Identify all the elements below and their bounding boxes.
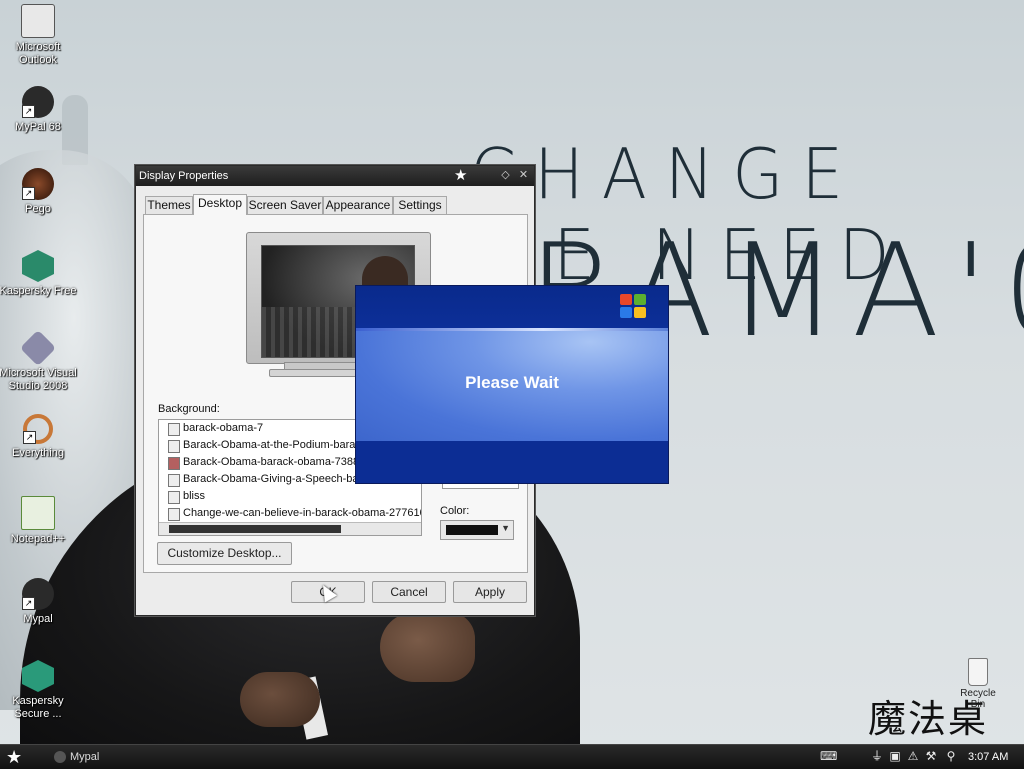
raccoon-icon: ↗ [22, 86, 54, 118]
logo-yellow-pane [634, 307, 646, 318]
shortcut-arrow-icon: ↗ [22, 187, 35, 200]
desktop-icon-label: Microsoft Outlook [15, 41, 61, 66]
tools-icon[interactable]: ⚒ [924, 749, 938, 763]
logo-blue-pane [620, 307, 632, 318]
color-picker-button[interactable]: ▼ [440, 520, 514, 540]
search-icon[interactable]: ⚲ [944, 749, 958, 763]
usb-icon[interactable]: ⏚ [870, 749, 884, 763]
magnifier-icon: ↗ [23, 414, 53, 444]
image-file-icon [168, 491, 180, 504]
image-file-icon [168, 423, 180, 436]
close-icon[interactable]: ✕ [516, 168, 531, 183]
desktop-icon-everything[interactable]: ↗ Everything [0, 414, 80, 460]
raccoon-icon [54, 751, 66, 763]
outlook-icon [21, 4, 55, 38]
network-icon[interactable]: ▣ [888, 749, 902, 763]
desktop-icon-kaspersky-free[interactable]: Kaspersky Free [0, 250, 80, 298]
desktop-icon-label: Notepad++ [10, 533, 66, 545]
window-title: Display Properties [139, 170, 229, 182]
window-titlebar[interactable]: Display Properties ★ ◇ ✕ [136, 166, 534, 186]
desktop-icon-label: Recycle Bin [960, 688, 996, 710]
desktop-icon-notepadpp[interactable]: Notepad++ [0, 496, 80, 546]
tab-screen-saver[interactable]: Screen Saver [247, 196, 323, 214]
image-file-icon [168, 474, 180, 487]
desktop-icon-recycle-bin[interactable]: Recycle Bin [958, 658, 998, 710]
tab-settings[interactable]: Settings [393, 196, 447, 214]
security-icon[interactable]: ⚠ [906, 749, 920, 763]
list-item[interactable]: Change-we-can-believe-in-barack-obama-27… [159, 505, 421, 522]
list-item[interactable]: bliss [159, 488, 421, 505]
wallpaper-hand [380, 612, 475, 682]
taskbar-item-mypal[interactable]: Mypal [52, 748, 190, 766]
image-file-icon [168, 440, 180, 453]
desktop-icon-visual-studio[interactable]: Microsoft Visual Studio 2008 [0, 329, 80, 393]
list-item-label: Change-we-can-believe-in-barack-obama-27… [183, 507, 422, 519]
logo-green-pane [634, 294, 646, 305]
notepad-icon [21, 496, 55, 530]
kaspersky-icon [22, 250, 54, 282]
desktop-icon-label: Everything [12, 447, 64, 459]
list-item-label: barack-obama-7 [183, 422, 264, 434]
color-label: Color: [440, 505, 470, 517]
scrollbar-thumb[interactable] [169, 525, 341, 533]
help-icon[interactable]: ◇ [498, 168, 513, 183]
desktop-icon-label: Pego [25, 203, 51, 215]
shortcut-arrow-icon: ↗ [23, 431, 36, 444]
list-item-label: Barack-Obama-at-the-Podium-barack- [183, 439, 371, 451]
tab-themes[interactable]: Themes [145, 196, 193, 214]
horizontal-scrollbar[interactable] [159, 522, 421, 535]
tab-desktop[interactable]: Desktop [193, 194, 247, 215]
desktop-icon-pego[interactable]: ↗ Pego [0, 168, 80, 216]
chevron-down-icon: ▼ [501, 523, 510, 533]
wallpaper-hand [240, 672, 320, 727]
start-button[interactable]: ★ [6, 747, 22, 767]
taskbar-item-label: Mypal [70, 751, 100, 763]
list-item-label: bliss [183, 490, 206, 502]
desktop-icon-kaspersky-secure[interactable]: Kaspersky Secure ... [0, 660, 80, 721]
keyboard-icon[interactable]: ⌨ [820, 749, 837, 763]
list-item-label: Barack-Obama-barack-obama-73884 [183, 456, 366, 468]
shortcut-arrow-icon: ↗ [22, 105, 35, 118]
customize-desktop-button[interactable]: Customize Desktop... [157, 542, 292, 565]
windows-logo-icon [620, 294, 648, 320]
tab-appearance[interactable]: Appearance [323, 196, 393, 214]
desktop-icon-mypal[interactable]: ↗ Mypal [0, 578, 80, 626]
image-file-icon [168, 508, 180, 521]
taskbar: ★ Mypal ⌨ ⏚ ▣ ⚠ ⚒ ⚲ 3:07 AM [0, 744, 1024, 769]
background-label: Background: [158, 403, 220, 415]
apply-button[interactable]: Apply [453, 581, 527, 603]
visual-studio-icon [19, 329, 57, 367]
recycle-bin-icon [968, 658, 988, 686]
desktop-icon-label: Kaspersky Secure ... [12, 695, 64, 720]
dialog-footer-band [356, 441, 668, 483]
desktop-icon-mypal68[interactable]: ↗ MyPal 68 [0, 86, 80, 134]
color-swatch [446, 525, 498, 535]
raccoon-icon: ↗ [22, 578, 54, 610]
taskbar-clock[interactable]: 3:07 AM [968, 749, 1008, 765]
star-icon[interactable]: ★ [454, 167, 467, 185]
image-file-icon [168, 457, 180, 470]
pego-icon: ↗ [22, 168, 54, 200]
logo-red-pane [620, 294, 632, 305]
please-wait-dialog: Please Wait [355, 285, 669, 484]
cancel-button[interactable]: Cancel [372, 581, 446, 603]
desktop-icon-label: Kaspersky Free [0, 285, 77, 297]
desktop-icon-outlook[interactable]: Microsoft Outlook [0, 4, 80, 67]
shortcut-arrow-icon: ↗ [22, 597, 35, 610]
kaspersky-secure-icon [22, 660, 54, 692]
desktop-icon-label: Mypal [23, 613, 53, 625]
please-wait-message: Please Wait [465, 373, 559, 392]
desktop-icon-label: MyPal 68 [15, 121, 61, 133]
desktop-icon-label: Microsoft Visual Studio 2008 [0, 367, 77, 392]
